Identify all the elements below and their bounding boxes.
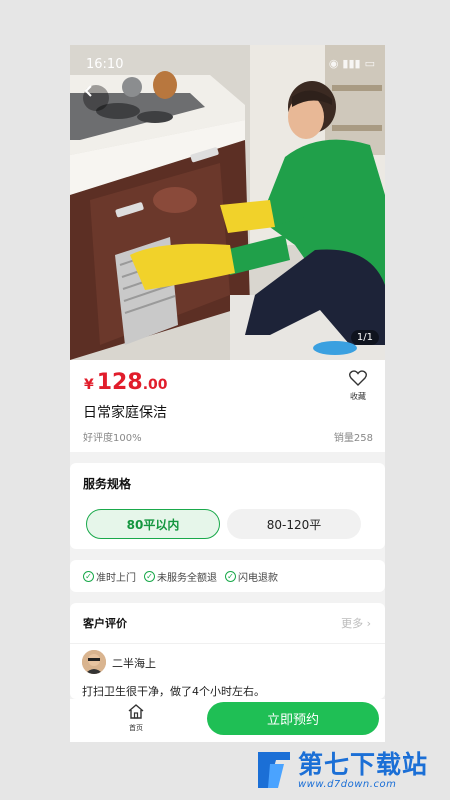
- chevron-left-icon: [84, 85, 92, 97]
- spec-title: 服务规格: [83, 477, 132, 491]
- spec-option-80[interactable]: 80平以内: [86, 509, 220, 539]
- price-decimal: .00: [142, 377, 168, 393]
- price: ¥ 128 .00: [84, 370, 168, 395]
- check-circle-icon: ✓: [225, 570, 236, 582]
- app-screen: 16:10 ◉ ▮▮▮ ▭ 1/1 ¥ 128 .00 收藏 日常家庭保洁 好评…: [70, 45, 385, 742]
- check-circle-icon: ✓: [83, 570, 94, 582]
- heart-icon: [349, 370, 367, 386]
- watermark: 第七下载站 www.d7down.com: [254, 748, 428, 792]
- product-info-card: ¥ 128 .00 收藏 日常家庭保洁 好评度100% 销量258: [70, 360, 385, 452]
- more-label: 更多: [341, 617, 364, 630]
- watermark-text: 第七下载站 www.d7down.com: [298, 749, 429, 790]
- back-button[interactable]: [83, 85, 109, 111]
- guarantee-label: 准时上门: [96, 572, 136, 584]
- spec-option-80-120[interactable]: 80-120平: [227, 509, 361, 539]
- product-title: 日常家庭保洁: [83, 405, 167, 421]
- home-label: 首页: [129, 724, 143, 732]
- guarantee-label: 未服务全额退: [157, 572, 217, 584]
- cleaning-photo: [70, 45, 385, 360]
- guarantee-item: ✓ 闪电退款: [225, 569, 278, 584]
- user-avatar-image: [82, 650, 106, 674]
- sales-count: 销量258: [333, 433, 373, 444]
- home-icon: [128, 704, 144, 719]
- watermark-brand: 第七下载站: [298, 749, 429, 779]
- review-more-link[interactable]: 更多 ›: [341, 615, 371, 631]
- spec-section: 服务规格 80平以内 80-120平: [70, 463, 385, 549]
- home-tab[interactable]: 首页: [124, 703, 148, 733]
- bottom-bar: 首页 立即预约: [70, 699, 385, 742]
- review-title: 客户评价: [83, 617, 127, 630]
- watermark-url: www.d7down.com: [298, 778, 397, 790]
- guarantee-bar: ✓ 准时上门 ✓ 未服务全额退 ✓ 闪电退款: [70, 560, 385, 592]
- rating-text: 好评度100%: [83, 433, 142, 444]
- eye-icon: ◉: [328, 57, 339, 70]
- divider: [70, 643, 385, 644]
- review-text: 打扫卫生很干净，做了4个小时左右。: [82, 685, 265, 698]
- brand-logo-icon: [258, 752, 290, 788]
- favorite-button[interactable]: 收藏: [343, 370, 373, 402]
- reviewer-name: 二半海上: [112, 657, 156, 670]
- guarantee-item: ✓ 准时上门: [83, 569, 136, 584]
- status-time: 16:10: [86, 57, 124, 72]
- price-integer: 128: [96, 370, 143, 395]
- product-image[interactable]: 16:10 ◉ ▮▮▮ ▭ 1/1: [70, 45, 385, 360]
- guarantee-item: ✓ 未服务全额退: [144, 569, 217, 584]
- status-icons: ◉ ▮▮▮ ▭: [329, 57, 375, 70]
- signal-icon: ▮▮▮: [342, 57, 361, 70]
- image-counter: 1/1: [350, 330, 379, 345]
- battery-icon: ▭: [364, 57, 375, 70]
- favorite-label: 收藏: [350, 392, 366, 401]
- check-circle-icon: ✓: [144, 570, 155, 582]
- price-symbol: ¥: [84, 377, 94, 393]
- book-now-button[interactable]: 立即预约: [207, 702, 379, 735]
- review-section: 客户评价 更多 › 二半海上 打扫卫生很干净，做了4个小时左右。: [70, 603, 385, 699]
- guarantee-label: 闪电退款: [238, 572, 278, 584]
- chevron-right-icon: ›: [366, 617, 371, 630]
- avatar: [82, 650, 106, 674]
